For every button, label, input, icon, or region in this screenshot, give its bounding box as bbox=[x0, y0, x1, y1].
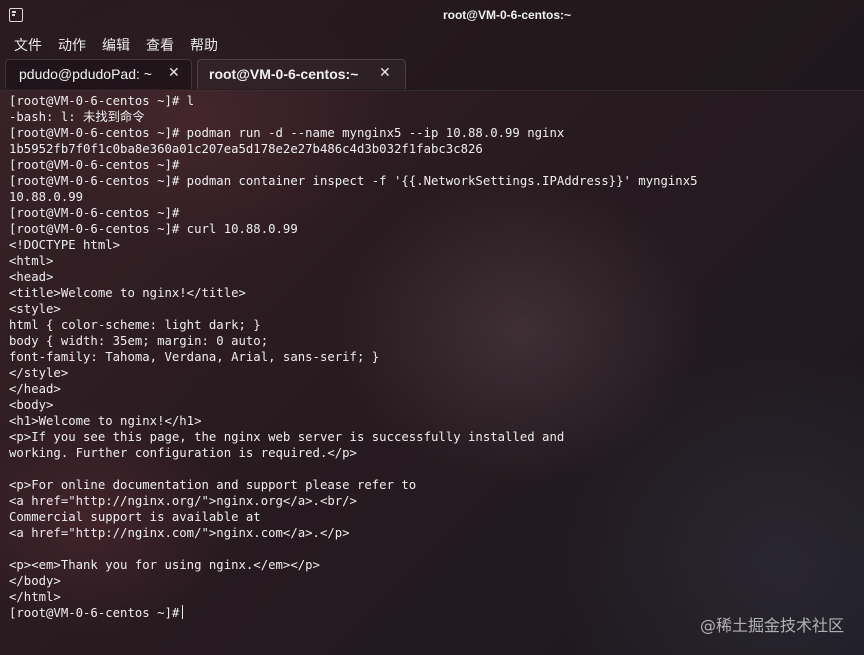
terminal-line: [root@VM-0-6-centos ~]# podman container… bbox=[9, 174, 698, 188]
terminal-line: <html> bbox=[9, 254, 54, 268]
close-icon[interactable]: ✕ bbox=[168, 65, 180, 81]
terminal-line: <a href="http://nginx.org/">nginx.org</a… bbox=[9, 494, 357, 508]
terminal-line: <p><em>Thank you for using nginx.</em></… bbox=[9, 558, 320, 572]
terminal-line: [root@VM-0-6-centos ~]# l bbox=[9, 94, 195, 108]
terminal-line: [root@VM-0-6-centos ~]# bbox=[9, 206, 180, 220]
terminal-line: <a href="http://nginx.com/">nginx.com</a… bbox=[9, 526, 350, 540]
menu-view[interactable]: 查看 bbox=[146, 35, 174, 55]
terminal-line: font-family: Tahoma, Verdana, Arial, san… bbox=[9, 350, 380, 364]
tab-bar: pdudo@pdudoPad: ~ ✕ root@VM-0-6-centos:~… bbox=[0, 56, 864, 91]
menu-file[interactable]: 文件 bbox=[14, 35, 42, 55]
terminal-line: <!DOCTYPE html> bbox=[9, 238, 121, 252]
terminal-window: root@VM-0-6-centos:~ 文件 动作 编辑 查看 帮助 pdud… bbox=[0, 0, 864, 655]
menu-actions[interactable]: 动作 bbox=[58, 35, 86, 55]
terminal-line: Commercial support is available at bbox=[9, 510, 261, 524]
terminal-line: </body> bbox=[9, 574, 61, 588]
close-icon[interactable]: ✕ bbox=[379, 65, 391, 81]
title-bar[interactable]: root@VM-0-6-centos:~ bbox=[0, 0, 864, 32]
text-cursor bbox=[182, 605, 184, 619]
terminal-line: [root@VM-0-6-centos ~]# curl 10.88.0.99 bbox=[9, 222, 298, 236]
tab-pdudo[interactable]: pdudo@pdudoPad: ~ ✕ bbox=[5, 59, 192, 89]
terminal-line: <head> bbox=[9, 270, 54, 284]
terminal-line: 1b5952fb7f0f1c0ba8e360a01c207ea5d178e2e2… bbox=[9, 142, 483, 156]
terminal-line: <title>Welcome to nginx!</title> bbox=[9, 286, 246, 300]
terminal-line: body { width: 35em; margin: 0 auto; bbox=[9, 334, 269, 348]
watermark: @稀土掘金技术社区 bbox=[699, 616, 844, 635]
terminal-line: working. Further configuration is requir… bbox=[9, 446, 357, 460]
tab-label: root@VM-0-6-centos:~ bbox=[209, 66, 359, 82]
terminal-line: </style> bbox=[9, 366, 69, 380]
terminal-line: </head> bbox=[9, 382, 61, 396]
terminal-line: [root@VM-0-6-centos ~]# bbox=[9, 158, 180, 172]
terminal-line: <p>If you see this page, the nginx web s… bbox=[9, 430, 565, 444]
tab-root[interactable]: root@VM-0-6-centos:~ ✕ bbox=[197, 59, 406, 89]
menu-help[interactable]: 帮助 bbox=[190, 35, 218, 55]
terminal-line: -bash: l: 未找到命令 bbox=[9, 110, 145, 124]
terminal-line: [root@VM-0-6-centos ~]# podman run -d --… bbox=[9, 126, 565, 140]
terminal-line: </html> bbox=[9, 590, 61, 604]
terminal-line: 10.88.0.99 bbox=[9, 190, 84, 204]
shell-prompt: [root@VM-0-6-centos ~]# bbox=[9, 606, 180, 620]
terminal-line: html { color-scheme: light dark; } bbox=[9, 318, 261, 332]
terminal-line: <body> bbox=[9, 398, 54, 412]
terminal-line: <h1>Welcome to nginx!</h1> bbox=[9, 414, 202, 428]
menu-edit[interactable]: 编辑 bbox=[102, 35, 130, 55]
terminal-line: <p>For online documentation and support … bbox=[9, 478, 417, 492]
terminal-output[interactable]: [root@VM-0-6-centos ~]# l -bash: l: 未找到命令… bbox=[9, 93, 859, 633]
tab-label: pdudo@pdudoPad: ~ bbox=[19, 66, 152, 82]
window-title: root@VM-0-6-centos:~ bbox=[442, 8, 572, 22]
menu-bar: 文件 动作 编辑 查看 帮助 bbox=[0, 32, 864, 56]
terminal-line: <style> bbox=[9, 302, 61, 316]
